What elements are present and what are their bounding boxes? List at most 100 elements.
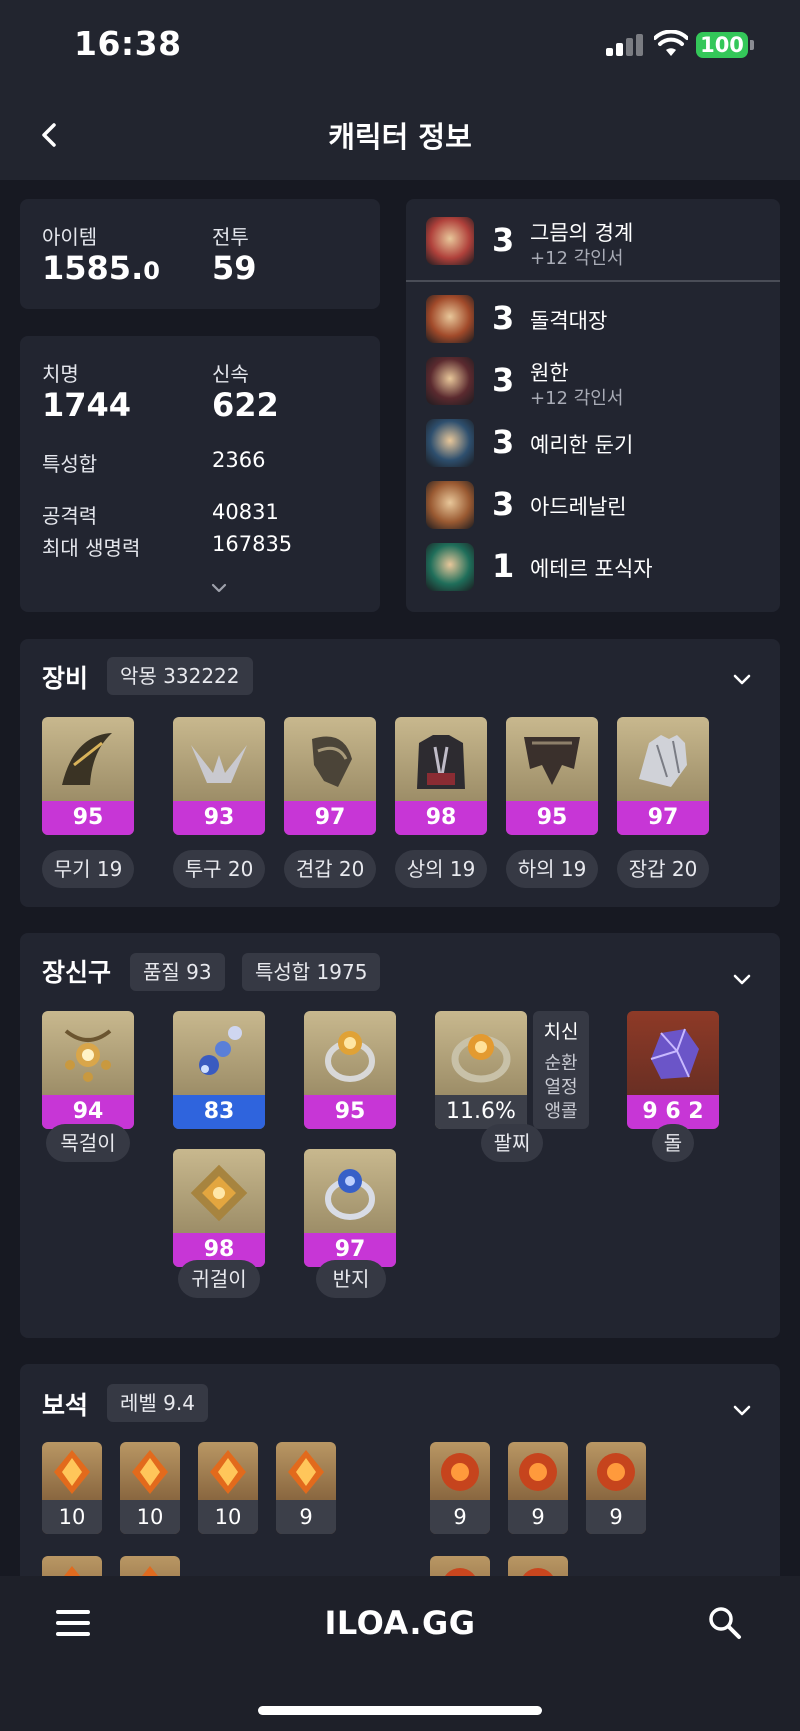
swift-value: 622 [212, 386, 279, 424]
engraving-divider [406, 280, 780, 282]
signal-icon [606, 34, 644, 56]
equipment-title: 장비 [42, 664, 89, 693]
gem-item[interactable]: 9 [586, 1442, 646, 1534]
gem-level: 9 [586, 1500, 646, 1534]
crit-value: 1744 [42, 386, 132, 424]
engraving-name: 그믐의 경계 [530, 221, 634, 245]
gem-level: 9 [430, 1500, 490, 1534]
chevron-down-icon[interactable] [732, 673, 752, 687]
equipment-label: 하의 19 [506, 850, 598, 888]
level-summary-card: 아이템 1585.0 전투 59 [20, 199, 380, 309]
battle-level-value: 59 [212, 249, 257, 287]
bracelet-icon [451, 1034, 511, 1083]
gem-icon [132, 1450, 168, 1494]
engraving-level: 3 [492, 299, 515, 337]
quality-value: 95 [506, 801, 598, 835]
necklace-icon [64, 1029, 112, 1082]
max-hp-value: 167835 [212, 532, 293, 556]
bracelet-item[interactable]: 11.6% [435, 1011, 527, 1129]
crit-label: 치명 [42, 362, 79, 386]
max-hp-label: 최대 생명력 [42, 536, 141, 560]
bracelet-effect: 앵콜 [544, 1101, 578, 1122]
swift-label: 신속 [212, 362, 249, 386]
quality-value: 95 [304, 1095, 396, 1129]
earring-label: 귀걸이 [178, 1260, 260, 1298]
total-stat-value: 2366 [212, 448, 266, 472]
quality-value: 97 [284, 801, 376, 835]
gem-level: 9 [276, 1500, 336, 1534]
nav-bar: 캐릭터 정보 [0, 90, 800, 180]
gem-icon [441, 1453, 479, 1491]
gloves-icon [639, 735, 687, 787]
earring-item[interactable]: 83 [173, 1011, 265, 1129]
total-stat-label: 특성합 [42, 452, 98, 476]
engraving-icon [426, 543, 474, 591]
gem-icon [54, 1450, 90, 1494]
item-level-value: 1585.0 [42, 249, 160, 287]
ring-icon [325, 1169, 375, 1220]
engraving-book: +12 각인서 [530, 248, 624, 269]
equipment-item[interactable]: 93 [173, 717, 265, 835]
equipment-item[interactable]: 97 [617, 717, 709, 835]
ring-item[interactable]: 95 [304, 1011, 396, 1129]
engraving-icon [426, 419, 474, 467]
wifi-icon [654, 30, 688, 56]
battery-tip [750, 40, 754, 50]
page-title: 캐릭터 정보 [328, 120, 472, 154]
gem-level: 10 [120, 1500, 180, 1534]
chevron-down-icon[interactable] [732, 973, 752, 987]
engraving-name: 에테르 포식자 [530, 557, 653, 581]
accessories-section: 장신구 품질 93 특성합 1975 94 목걸이 83 95 98 귀걸이 9… [20, 933, 780, 1338]
engraving-row[interactable]: 3 원한 +12 각인서 [406, 353, 778, 409]
battle-level-label: 전투 [212, 225, 249, 249]
engraving-row[interactable]: 3 예리한 둔기 [406, 415, 778, 471]
gem-level: 10 [42, 1500, 102, 1534]
engraving-level: 3 [492, 361, 515, 399]
gem-item[interactable]: 9 [508, 1442, 568, 1534]
necklace-item[interactable]: 94 [42, 1011, 134, 1129]
stone-item[interactable]: 9 6 2 [627, 1011, 719, 1129]
helmet-icon [191, 745, 247, 783]
engraving-row[interactable]: 3 아드레날린 [406, 477, 778, 533]
earring-item[interactable]: 98 [173, 1149, 265, 1267]
gem-icon [597, 1453, 635, 1491]
bottom-bar: ILOA.GG [0, 1576, 800, 1731]
engraving-name: 예리한 둔기 [530, 433, 634, 457]
engraving-row[interactable]: 3 돌격대장 [406, 291, 778, 347]
logo[interactable]: ILOA.GG [0, 1604, 800, 1642]
bracelet-effect: 치신 [543, 1021, 579, 1043]
ring-item[interactable]: 97 [304, 1149, 396, 1267]
gem-level-tag: 레벨 9.4 [107, 1384, 208, 1422]
engraving-book: +12 각인서 [530, 388, 624, 409]
gem-item[interactable]: 10 [198, 1442, 258, 1534]
stone-icon [650, 1028, 699, 1079]
battery-indicator: 100 [696, 32, 748, 58]
bracelet-effect: 열정 [544, 1077, 578, 1098]
engravings-card: 3 그믐의 경계 +12 각인서 3 돌격대장 3 원한 +12 각인서 3 예리한 둔기 3 아드레… [406, 199, 780, 612]
equipment-item[interactable]: 98 [395, 717, 487, 835]
gem-item[interactable]: 10 [120, 1442, 180, 1534]
gem-icon [288, 1450, 324, 1494]
engraving-level: 3 [492, 485, 515, 523]
item-level-label: 아이템 [42, 225, 98, 249]
quality-value: 95 [42, 801, 134, 835]
engraving-row[interactable]: 1 에테르 포식자 [406, 539, 778, 595]
ring-label: 반지 [316, 1260, 386, 1298]
attack-label: 공격력 [42, 504, 98, 528]
ring-icon [325, 1031, 375, 1082]
gem-item[interactable]: 9 [276, 1442, 336, 1534]
chevron-down-icon[interactable] [732, 1404, 752, 1418]
equipment-item[interactable]: 97 [284, 717, 376, 835]
gem-item[interactable]: 10 [42, 1442, 102, 1534]
stats-card[interactable]: 치명 1744 신속 622 특성합 2366 공격력 40831 최대 생명력… [20, 336, 380, 612]
set-tag: 악몽 332222 [107, 657, 253, 695]
engraving-row[interactable]: 3 그믐의 경계 +12 각인서 [406, 213, 778, 269]
equipment-item[interactable]: 95 [506, 717, 598, 835]
earring-icon [199, 1026, 242, 1075]
status-bar: 16:38 100 [0, 0, 800, 90]
search-icon[interactable] [708, 1606, 742, 1640]
gem-item[interactable]: 9 [430, 1442, 490, 1534]
engraving-icon [426, 295, 474, 343]
chevron-down-icon[interactable] [210, 582, 228, 594]
equipment-item[interactable]: 95 [42, 717, 134, 835]
